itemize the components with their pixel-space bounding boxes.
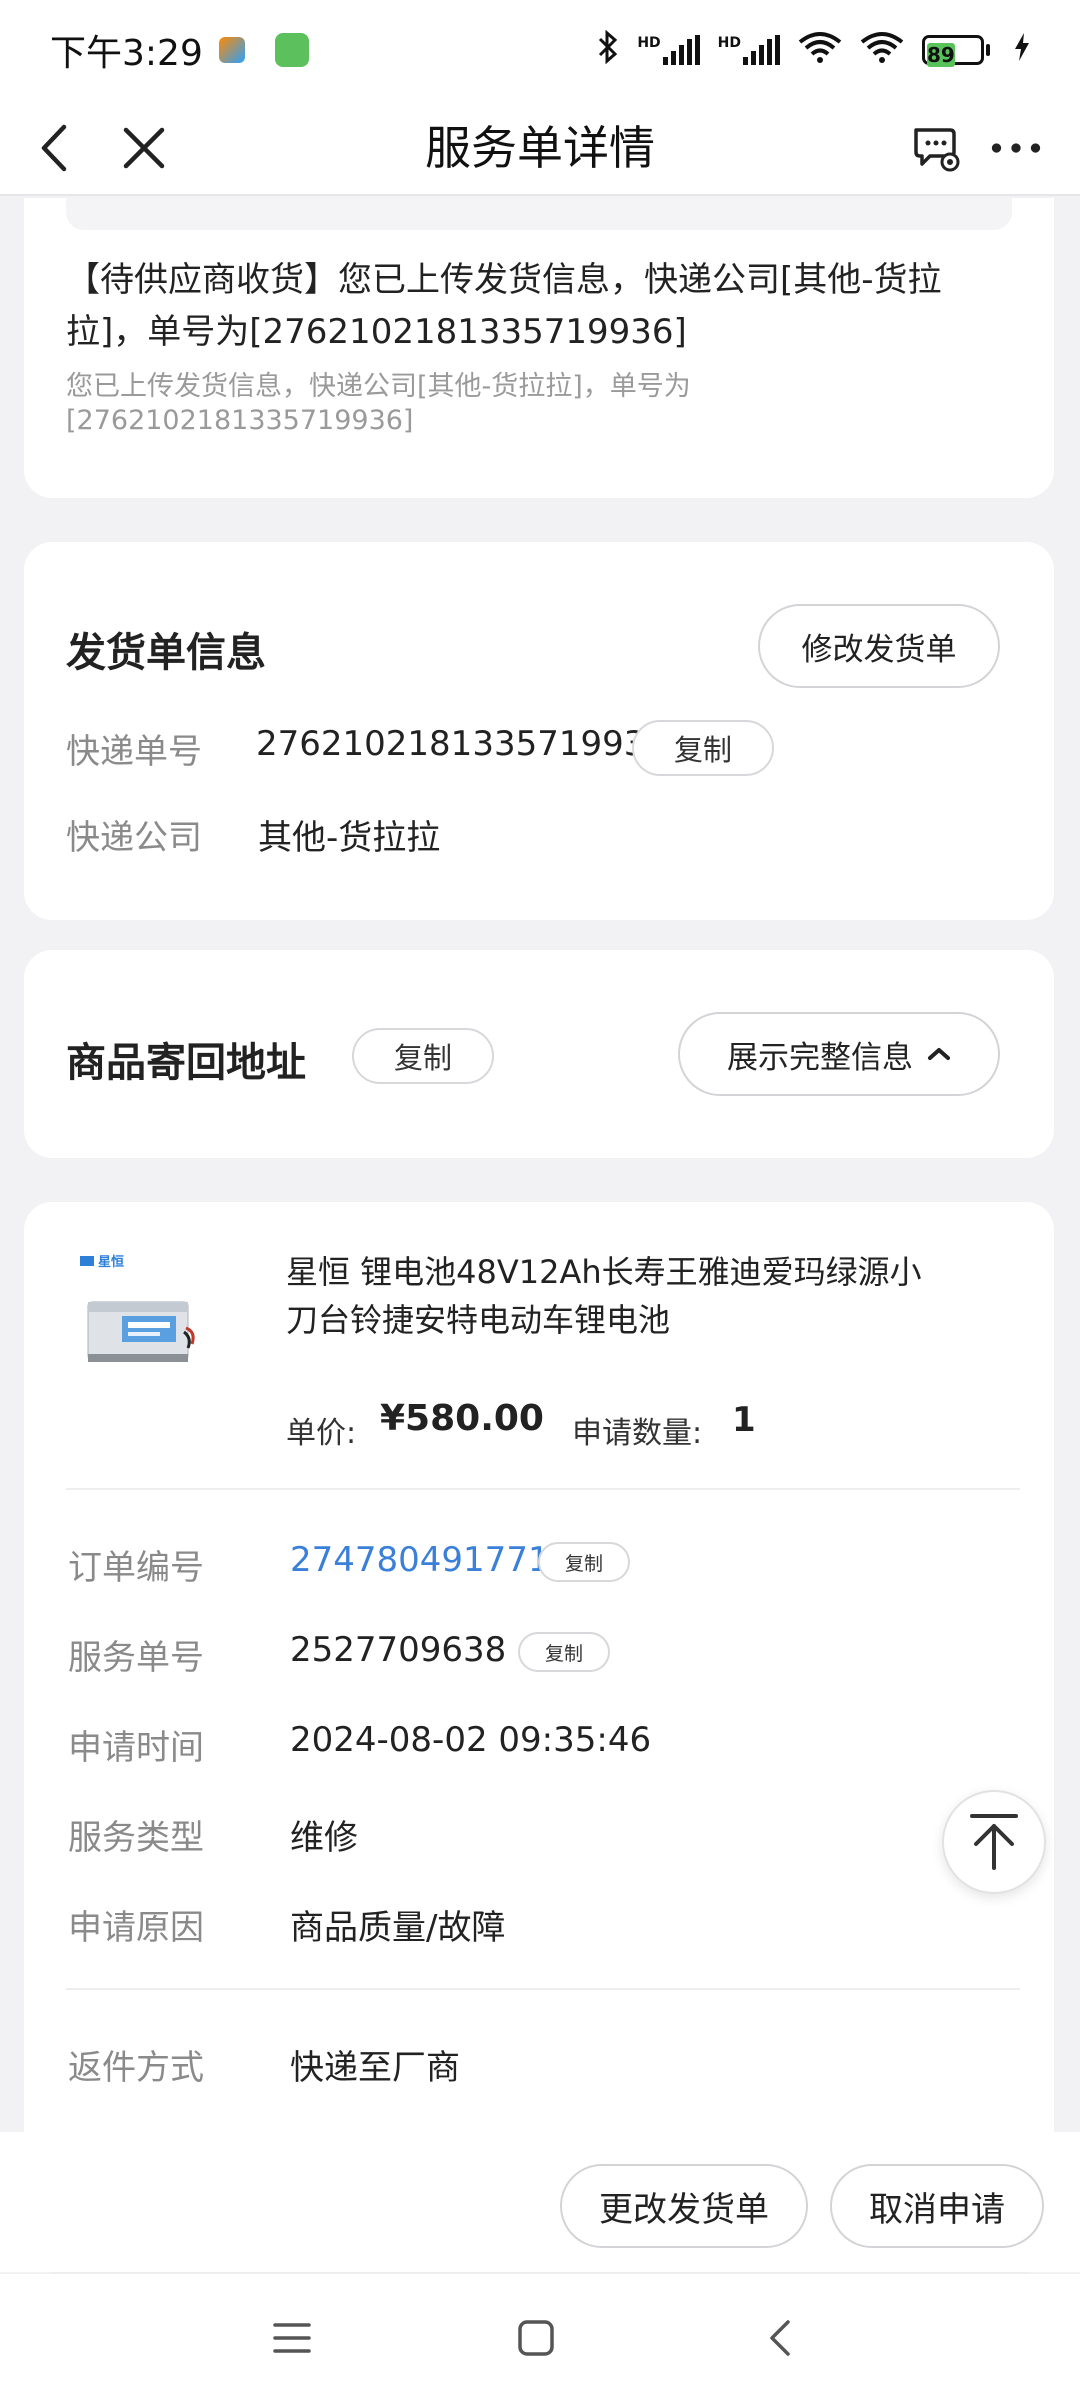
- status-indicators: HD HD 89: [597, 29, 1030, 70]
- order-number-label: 订单编号: [68, 1548, 204, 1588]
- charging-icon: [1014, 32, 1030, 68]
- system-nav-bar: [0, 2274, 1080, 2400]
- expand-info-button[interactable]: 展示完整信息: [678, 1012, 1000, 1096]
- more-options-icon[interactable]: [990, 122, 1042, 174]
- bottom-action-bar: 更改发货单 取消申请: [0, 2132, 1080, 2272]
- brand-logo-text: 星恒: [98, 1254, 124, 1270]
- quantity-label: 申请数量:: [572, 1416, 703, 1451]
- apply-time-label: 申请时间: [68, 1728, 204, 1768]
- modify-shipment-button[interactable]: 修改发货单: [758, 604, 1000, 688]
- cancel-request-button[interactable]: 取消申请: [830, 2164, 1044, 2248]
- network-type-label: HD: [637, 35, 661, 51]
- return-method-label: 返件方式: [68, 2048, 204, 2088]
- chevron-up-icon: [927, 1047, 951, 1061]
- menu-icon[interactable]: [262, 2308, 322, 2368]
- status-card: 【待供应商收货】您已上传发货信息，快递公司[其他-货拉拉]，单号为[276210…: [24, 198, 1054, 498]
- network-type-label: HD: [717, 35, 741, 51]
- content-scroll[interactable]: 【待供应商收货】您已上传发货信息，快递公司[其他-货拉拉]，单号为[276210…: [0, 198, 1080, 2132]
- home-icon[interactable]: [506, 2308, 566, 2368]
- apply-reason-label: 申请原因: [68, 1908, 204, 1948]
- copy-order-number-button[interactable]: 复制: [538, 1542, 630, 1582]
- service-type-label: 服务类型: [68, 1818, 204, 1858]
- copy-address-button[interactable]: 复制: [352, 1028, 494, 1084]
- divider: [66, 1988, 1020, 1990]
- order-detail-card: 星恒 星恒 锂电池48V12Ah长寿王雅迪爱玛绿源小刀台铃捷安特电动车锂电池 单…: [24, 1202, 1054, 2132]
- product-name[interactable]: 星恒 锂电池48V12Ah长寿王雅迪爱玛绿源小刀台铃捷安特电动车锂电池: [286, 1248, 946, 1344]
- return-address-card: 商品寄回地址 复制 展示完整信息: [24, 950, 1054, 1158]
- shipment-info-card: 发货单信息 修改发货单 快递单号 2762102181335719936 复制 …: [24, 542, 1054, 920]
- return-method-value: 快递至厂商: [290, 2048, 460, 2088]
- status-headline: 【待供应商收货】您已上传发货信息，快递公司[其他-货拉拉]，单号为[276210…: [66, 260, 942, 352]
- change-shipment-button[interactable]: 更改发货单: [560, 2164, 808, 2248]
- order-number-link[interactable]: 274780491771: [290, 1540, 550, 1580]
- copy-tracking-button[interactable]: 复制: [632, 720, 774, 776]
- tracking-number-value: 2762102181335719936: [256, 724, 668, 764]
- service-number-label: 服务单号: [68, 1638, 204, 1678]
- expand-info-label: 展示完整信息: [727, 1039, 913, 1076]
- copy-service-number-button[interactable]: 复制: [518, 1632, 610, 1672]
- tracking-number-label: 快递单号: [66, 732, 202, 772]
- wechat-notification-icon: [274, 33, 309, 67]
- status-time: 下午3:29: [50, 33, 203, 74]
- back-to-top-button[interactable]: [942, 1790, 1046, 1894]
- bluetooth-icon: [597, 29, 619, 70]
- signal-2-icon: HD: [718, 35, 780, 65]
- divider: [66, 1488, 1020, 1490]
- arrow-up-icon: [968, 1812, 1020, 1872]
- courier-company-label: 快递公司: [66, 818, 202, 858]
- unit-price-value: ¥580.00: [380, 1398, 544, 1439]
- customer-service-icon[interactable]: [910, 122, 962, 174]
- shipment-section-title: 发货单信息: [66, 630, 266, 676]
- wifi-icon: [798, 30, 842, 70]
- wifi-icon-2: [860, 30, 904, 70]
- service-type-value: 维修: [290, 1818, 358, 1858]
- apply-time-value: 2024-08-02 09:35:46: [290, 1720, 652, 1760]
- top-app-bar: 服务单详情: [0, 100, 1080, 196]
- battery-icon: 89: [922, 35, 990, 67]
- status-description: 您已上传发货信息，快递公司[其他-货拉拉]，单号为[27621021813357…: [66, 371, 691, 436]
- quantity-value: 1: [732, 1400, 756, 1440]
- return-address-title: 商品寄回地址: [66, 1040, 306, 1086]
- battery-level: 89: [927, 43, 955, 67]
- product-image[interactable]: 星恒: [78, 1252, 198, 1382]
- courier-company-value: 其他-货拉拉: [258, 818, 441, 858]
- unit-price-label: 单价:: [286, 1416, 357, 1451]
- app-notification-icon: [218, 37, 245, 63]
- status-bar: 下午3:29 HD HD 89: [0, 0, 1080, 100]
- progress-area: [66, 198, 1012, 230]
- signal-1-icon: HD: [637, 35, 700, 65]
- back-nav-icon[interactable]: [750, 2308, 810, 2368]
- service-number-value: 2527709638: [290, 1630, 507, 1670]
- apply-reason-value: 商品质量/故障: [290, 1908, 506, 1948]
